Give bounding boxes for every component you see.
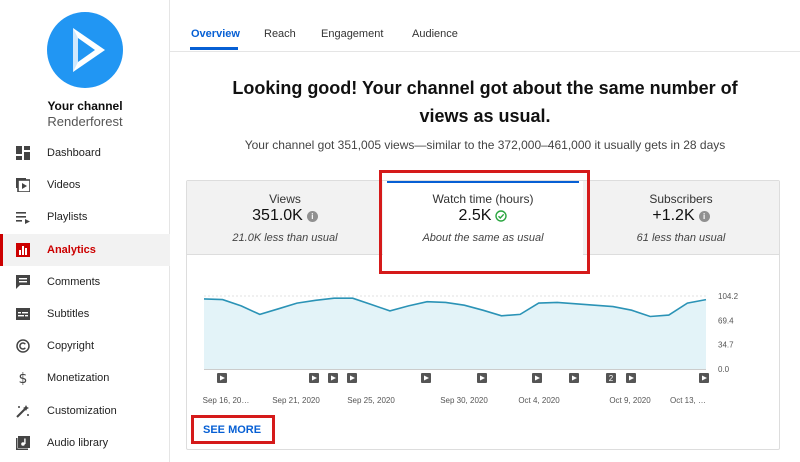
y-tick-label: 0.0: [718, 365, 730, 374]
x-tick-label: Sep 16, 20…: [203, 396, 250, 405]
y-tick-label: 69.4: [718, 316, 734, 325]
x-tick-label: Oct 9, 2020: [609, 396, 651, 405]
highlight-box-watch-time: [379, 170, 590, 274]
x-tick-label: Oct 13, …: [670, 396, 706, 405]
x-tick-label: Oct 4, 2020: [518, 396, 560, 405]
video-marker-count: 2: [609, 374, 614, 383]
x-tick-label: Sep 21, 2020: [272, 396, 320, 405]
y-tick-label: 34.7: [718, 341, 734, 350]
see-more-button[interactable]: SEE MORE: [203, 424, 261, 436]
x-tick-label: Sep 30, 2020: [440, 396, 488, 405]
y-tick-label: 104.2: [718, 292, 739, 301]
x-tick-label: Sep 25, 2020: [347, 396, 395, 405]
